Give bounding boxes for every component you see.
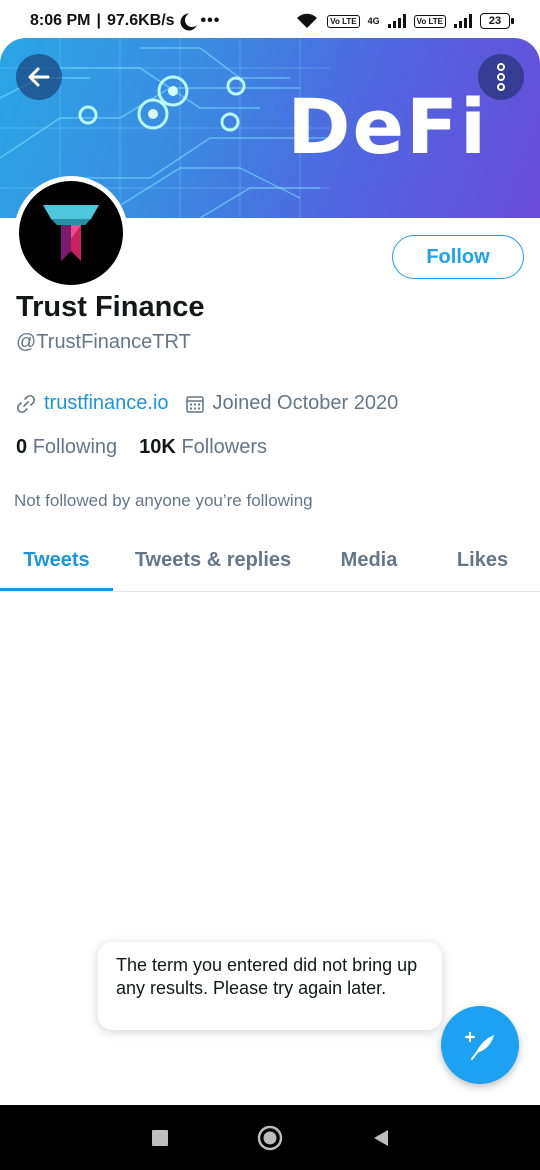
volte-badge-2: Vo LTE <box>413 14 446 28</box>
tab-tweets-replies[interactable]: Tweets & replies <box>113 530 313 590</box>
status-speed: 97.6KB/s <box>106 12 175 29</box>
website-link[interactable]: trustfinance.io <box>44 392 169 415</box>
circle-nav-icon <box>257 1125 283 1151</box>
avatar[interactable] <box>14 176 128 290</box>
network-type: 4G <box>367 16 380 26</box>
following-link[interactable]: 0 Following <box>16 436 117 459</box>
system-nav-bar <box>0 1105 540 1170</box>
followers-count: 10K <box>139 436 176 458</box>
back-arrow-icon <box>28 67 50 87</box>
profile-handle: @TrustFinanceTRT <box>16 331 191 353</box>
followers-label: Followers <box>181 436 268 458</box>
signal-icon-1 <box>387 14 406 28</box>
status-time: 8:06 PM <box>30 12 91 29</box>
status-bar: 8:06 PM | 97.6KB/s ••• Vo LTE 4G Vo LTE … <box>0 0 540 42</box>
follow-button[interactable]: Follow <box>392 235 524 279</box>
joined-date: Joined October 2020 <box>212 392 399 414</box>
compose-tweet-icon <box>464 1031 494 1060</box>
followers-link[interactable]: 10K Followers <box>139 436 267 459</box>
follow-counts: 0 Following 10K Followers <box>16 436 267 459</box>
back-nav-button[interactable] <box>368 1125 394 1151</box>
banner-title: DeFi <box>287 82 488 171</box>
moon-icon <box>185 13 199 27</box>
more-vertical-icon <box>497 63 505 91</box>
profile-tabs: Tweets Tweets & replies Media Likes <box>0 530 540 592</box>
back-button[interactable] <box>16 54 62 100</box>
link-icon <box>16 394 36 413</box>
trust-finance-logo <box>43 205 99 261</box>
following-label: Following <box>32 436 118 458</box>
tab-tweets[interactable]: Tweets <box>0 530 113 591</box>
square-nav-icon <box>152 1130 168 1146</box>
tab-media[interactable]: Media <box>313 530 425 590</box>
wifi-icon <box>297 13 318 28</box>
not-followed-note: Not followed by anyone you’re following <box>14 491 313 510</box>
signal-icon-2 <box>454 14 472 28</box>
following-count: 0 <box>16 436 28 458</box>
compose-tweet-button[interactable] <box>441 1006 519 1084</box>
error-toast: The term you entered did not bring up an… <box>98 942 442 1030</box>
calendar-icon <box>185 395 204 413</box>
tab-likes[interactable]: Likes <box>425 530 540 590</box>
battery-icon: 23 <box>480 13 514 29</box>
status-extra: ••• <box>200 12 221 29</box>
home-button[interactable] <box>257 1125 283 1151</box>
volte-badge-1: Vo LTE <box>327 14 360 28</box>
more-options-button[interactable] <box>478 54 524 100</box>
profile-meta: trustfinance.io Joined October 2020 <box>16 392 398 415</box>
triangle-nav-icon <box>374 1130 388 1146</box>
profile-name: Trust Finance <box>16 291 205 323</box>
recents-button[interactable] <box>147 1125 173 1151</box>
